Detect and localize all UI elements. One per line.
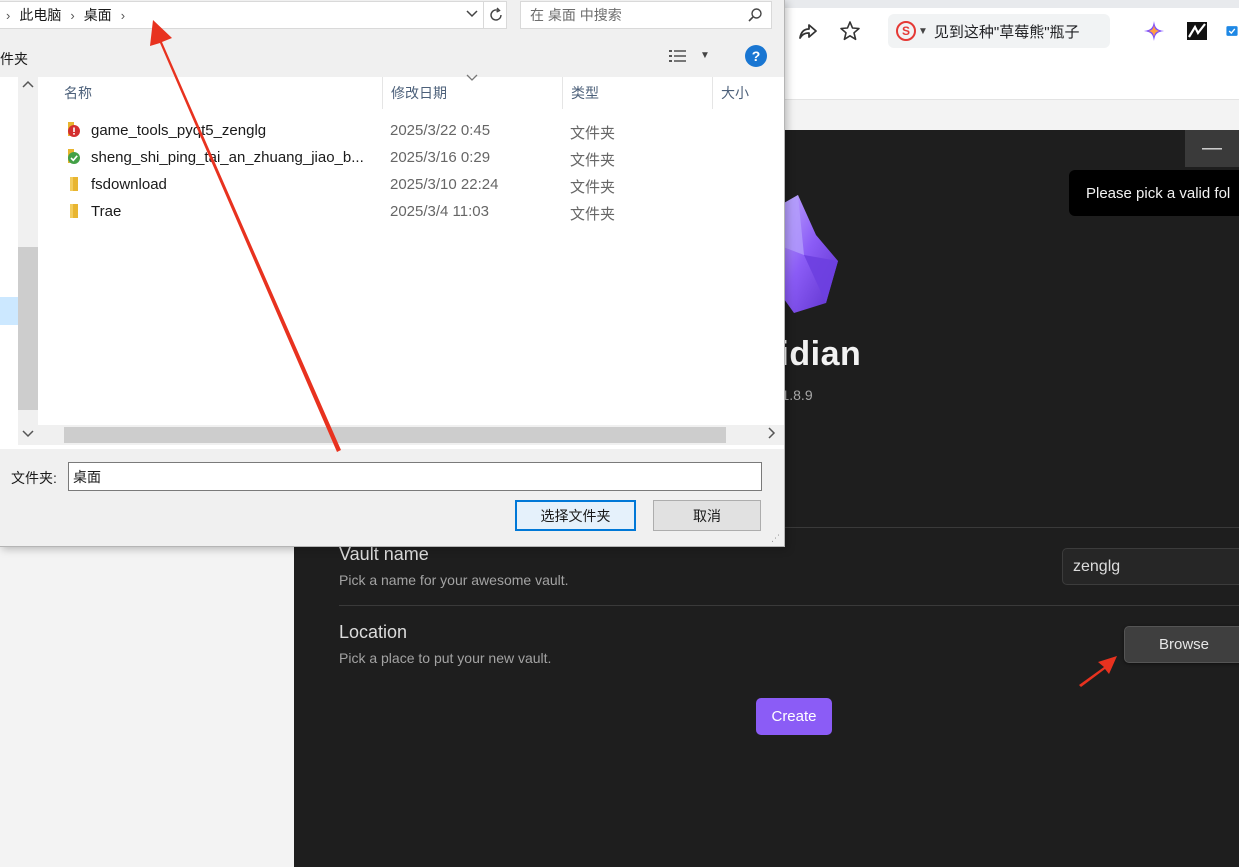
file-type: 文件夹 (570, 152, 616, 169)
search-placeholder: 在 桌面 中搜索 (530, 7, 622, 23)
address-bar[interactable]: › 此电脑 › 桌面 › (0, 1, 507, 29)
history-dropdown-icon[interactable] (466, 7, 478, 22)
file-name: Trae (91, 203, 122, 220)
file-modified: 2025/3/22 0:45 (390, 122, 491, 139)
view-options-icon[interactable] (668, 48, 690, 66)
table-row[interactable]: game_tools_pyqt5_zenglg 2025/3/22 0:45 文… (63, 118, 718, 145)
location-description: Pick a place to put your new vault. (339, 650, 552, 666)
navigation-pane[interactable] (0, 77, 18, 445)
select-folder-button[interactable]: 选择文件夹 (515, 500, 636, 531)
cancel-button[interactable]: 取消 (653, 500, 761, 531)
column-header-size[interactable]: 大小 (713, 77, 784, 109)
breadcrumb-desktop[interactable]: 桌面 (84, 5, 112, 25)
nav-scrollbar[interactable] (18, 77, 38, 445)
app-icon[interactable] (1184, 18, 1210, 44)
scrollbar-thumb[interactable] (18, 247, 38, 410)
browser-toolbar: S ▼ 见到这种"草莓熊"瓶子 (785, 0, 1239, 100)
breadcrumb-this-pc[interactable]: 此电脑 (19, 5, 61, 25)
refresh-icon[interactable] (483, 1, 507, 29)
ai-sparkle-icon[interactable] (1141, 18, 1167, 44)
file-name: game_tools_pyqt5_zenglg (91, 122, 267, 139)
table-row[interactable]: fsdownload 2025/3/10 22:24 文件夹 (63, 172, 718, 199)
resize-grip-icon[interactable]: ⋰ (771, 533, 780, 544)
column-header-type[interactable]: 类型 (563, 77, 713, 109)
extension-icon[interactable] (1225, 18, 1239, 44)
star-icon[interactable] (837, 18, 863, 44)
nav-selected-item[interactable] (0, 297, 18, 325)
chevron-down-icon: ▼ (918, 25, 928, 37)
folder-error-icon (67, 122, 81, 137)
vault-name-description: Pick a name for your awesome vault. (339, 572, 569, 588)
view-dropdown-icon[interactable]: ▼ (700, 50, 710, 61)
folder-picker-dialog: › 此电脑 › 桌面 › 在 桌面 中搜索 件夹 ▼ ? 名称 修改日期 类型 … (0, 0, 785, 547)
divider (339, 605, 1239, 606)
file-name: fsdownload (91, 176, 167, 193)
folder-name-input[interactable]: 桌面 (68, 462, 762, 491)
horizontal-scrollbar[interactable] (38, 425, 784, 445)
file-type: 文件夹 (570, 179, 616, 196)
file-modified: 2025/3/10 22:24 (390, 176, 499, 193)
scroll-down-icon[interactable] (22, 427, 34, 442)
file-modified: 2025/3/4 11:03 (390, 203, 489, 220)
browse-button[interactable]: Browse (1124, 626, 1239, 663)
create-button[interactable]: Create (756, 698, 832, 735)
scroll-up-icon[interactable] (22, 79, 34, 94)
background-area (0, 547, 294, 867)
search-input[interactable]: 在 桌面 中搜索 (520, 1, 772, 29)
file-type: 文件夹 (570, 125, 616, 142)
column-header-modified-label: 修改日期 (391, 85, 447, 101)
file-type: 文件夹 (570, 206, 616, 223)
minimize-button[interactable]: — (1185, 130, 1239, 167)
chevron-right-icon: › (6, 7, 11, 23)
vault-name-label: Vault name (339, 544, 429, 564)
search-icon (747, 7, 763, 26)
sort-indicator-icon (466, 73, 478, 85)
browser-tab-strip (785, 0, 1239, 8)
file-modified: 2025/3/16 0:29 (390, 149, 491, 166)
sogou-icon: S (896, 21, 916, 41)
scroll-right-icon[interactable] (767, 426, 777, 443)
help-button[interactable]: ? (745, 45, 767, 67)
folder-field-label: 文件夹: (11, 470, 57, 486)
column-header-name[interactable]: 名称 (56, 77, 383, 109)
file-name: sheng_shi_ping_tai_an_zhuang_jiao_b... (91, 149, 364, 166)
folder-icon (67, 203, 81, 218)
chevron-right-icon: › (70, 7, 75, 23)
vault-name-input[interactable]: zenglg (1062, 548, 1239, 585)
scrollbar-thumb[interactable] (64, 427, 726, 443)
folder-icon (67, 176, 81, 191)
validation-tooltip: Please pick a valid fol (1069, 170, 1239, 216)
table-row[interactable]: Trae 2025/3/4 11:03 文件夹 (63, 199, 718, 226)
table-row[interactable]: sheng_shi_ping_tai_an_zhuang_jiao_b... 2… (63, 145, 718, 172)
folder-synced-icon (67, 149, 81, 164)
share-icon[interactable] (795, 18, 821, 44)
news-text: 见到这种"草莓熊"瓶子 (933, 23, 1080, 41)
file-list-pane: 名称 修改日期 类型 大小 game_tools_pyqt5_zenglg 20… (0, 74, 784, 449)
chevron-right-icon[interactable]: › (121, 8, 125, 23)
new-folder-button[interactable]: 件夹 (0, 49, 28, 69)
news-chip[interactable]: S ▼ 见到这种"草莓熊"瓶子 (888, 14, 1110, 48)
location-label: Location (339, 622, 408, 642)
